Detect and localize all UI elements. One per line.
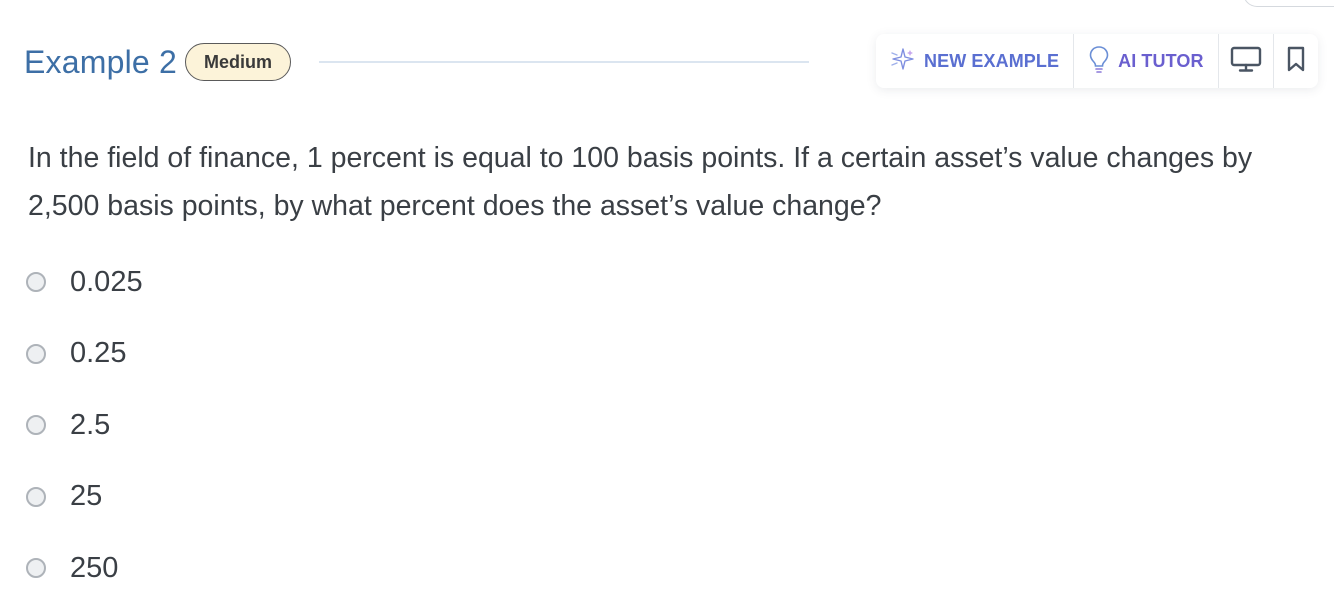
answer-options: 0.025 0.25 2.5 25 250 bbox=[26, 258, 143, 602]
answer-option[interactable]: 2.5 bbox=[26, 401, 143, 449]
answer-option[interactable]: 250 bbox=[26, 544, 143, 592]
monitor-button[interactable] bbox=[1219, 34, 1274, 88]
example-toolbar: NEW EXAMPLE AI TUTOR bbox=[876, 34, 1318, 88]
monitor-icon bbox=[1230, 45, 1262, 78]
answer-option-label: 0.25 bbox=[70, 337, 127, 369]
answer-option-label: 0.025 bbox=[70, 265, 143, 298]
example-title: Example 2 bbox=[24, 43, 177, 80]
radio-button[interactable] bbox=[26, 486, 46, 507]
top-corner-border bbox=[1243, 0, 1334, 7]
answer-option[interactable]: 0.025 bbox=[26, 258, 143, 306]
ai-tutor-label: AI TUTOR bbox=[1118, 50, 1204, 71]
answer-option[interactable]: 25 bbox=[26, 473, 143, 521]
question-text: In the field of finance, 1 percent is eq… bbox=[28, 142, 1253, 222]
page: Example 2 Medium NEW EXAMPLE AI TUTOR In… bbox=[0, 0, 1334, 602]
difficulty-badge: Medium bbox=[185, 43, 292, 81]
answer-option-label: 250 bbox=[70, 551, 119, 584]
new-example-label: NEW EXAMPLE bbox=[924, 50, 1060, 71]
bookmark-button[interactable] bbox=[1274, 34, 1318, 88]
radio-button[interactable] bbox=[26, 415, 46, 435]
answer-option-label: 2.5 bbox=[70, 408, 111, 441]
radio-button[interactable] bbox=[26, 272, 46, 292]
sparkle-icon bbox=[890, 46, 916, 77]
answer-option-label: 25 bbox=[70, 480, 103, 512]
radio-button[interactable] bbox=[26, 343, 46, 364]
answer-option[interactable]: 0.25 bbox=[26, 330, 143, 378]
lightbulb-icon bbox=[1088, 45, 1110, 78]
ai-tutor-button[interactable]: AI TUTOR bbox=[1074, 34, 1219, 88]
bookmark-icon bbox=[1285, 45, 1307, 78]
header-divider bbox=[319, 61, 810, 63]
radio-button[interactable] bbox=[26, 558, 46, 578]
new-example-button[interactable]: NEW EXAMPLE bbox=[876, 34, 1075, 88]
